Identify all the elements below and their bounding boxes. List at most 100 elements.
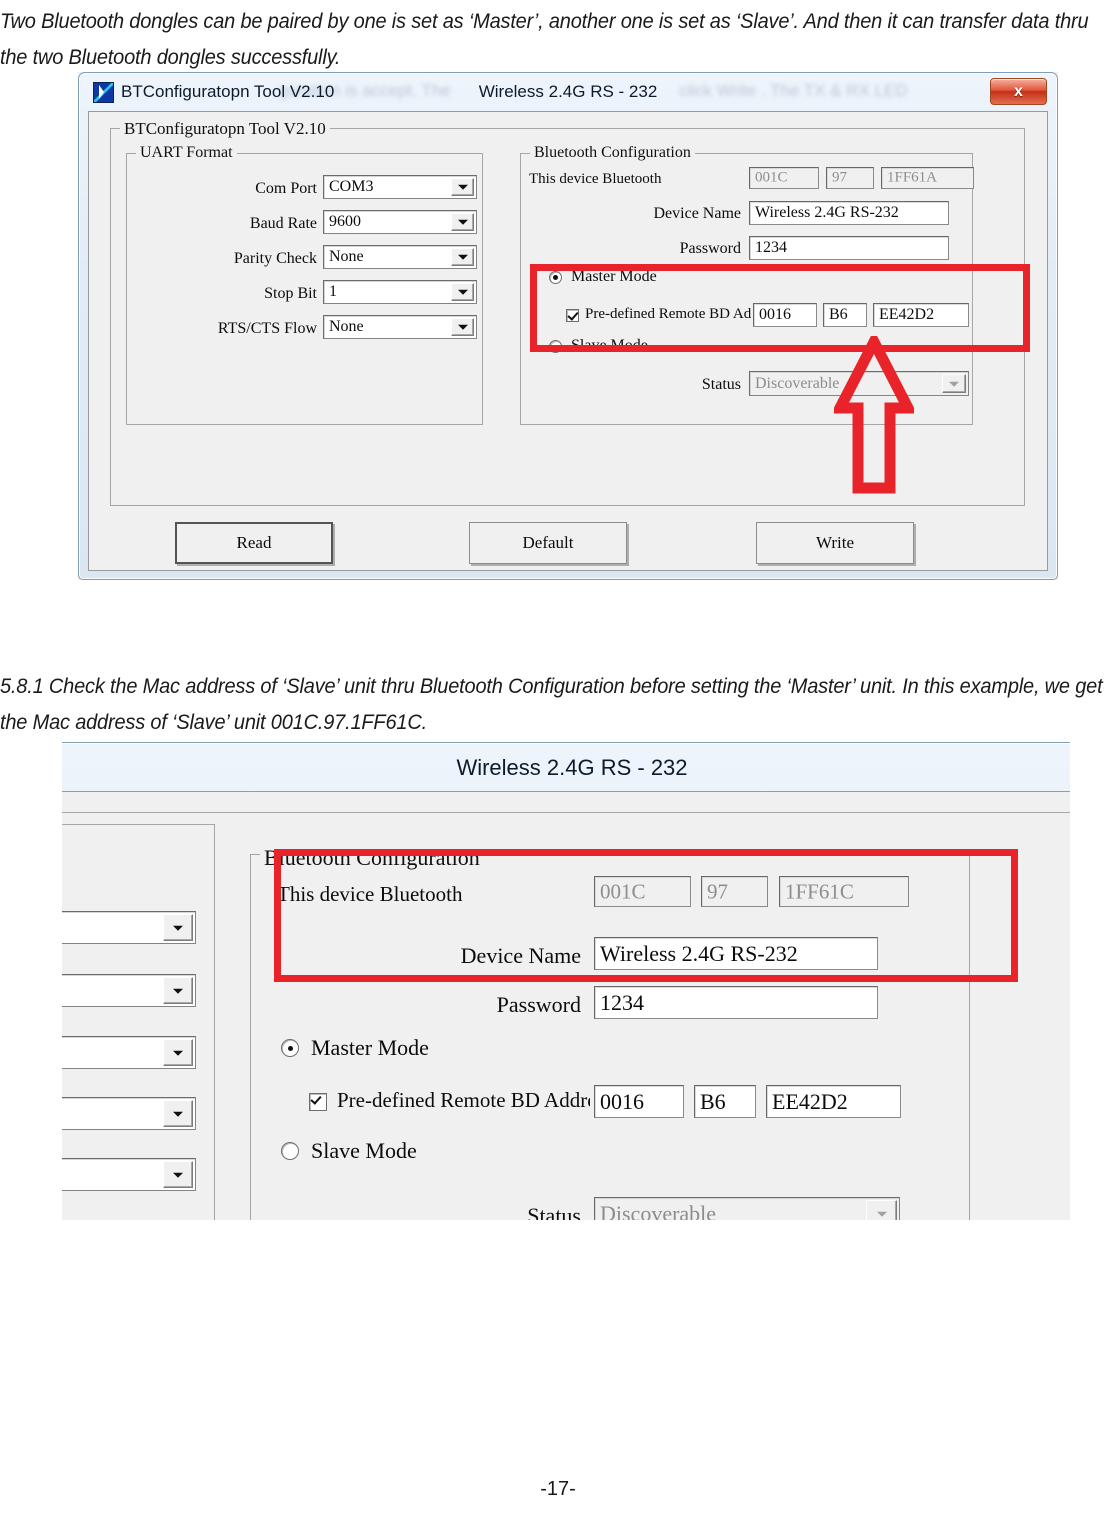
predefined-remote-bd-checkbox[interactable]: [566, 309, 579, 322]
com-port-combo[interactable]: COM3: [323, 175, 477, 199]
section-581-paragraph: 5.8.1 Check the Mac address of ‘Slave’ u…: [0, 674, 1103, 734]
status-combo[interactable]: Discoverable: [749, 371, 969, 396]
remote-bd-part1-2[interactable]: 0016: [594, 1085, 684, 1118]
password-label: Password: [679, 240, 741, 257]
this-device-mac-part1-2: 001C: [594, 876, 691, 907]
master-mode-radio[interactable]: [549, 271, 562, 284]
slave-mode-radio-2[interactable]: [281, 1142, 299, 1160]
bluetooth-config-label: Bluetooth Configuration: [530, 144, 695, 162]
chevron-down-icon[interactable]: [451, 178, 474, 196]
master-mode-radio-2[interactable]: [281, 1039, 299, 1057]
bluetooth-config-groupbox: Bluetooth Configuration This device Blue…: [520, 144, 974, 425]
this-device-bluetooth-label: This device Bluetooth: [529, 171, 662, 187]
chevron-down-icon[interactable]: [163, 1039, 193, 1066]
slave-mode-radio[interactable]: [549, 340, 562, 353]
chevron-down-icon[interactable]: [451, 283, 474, 301]
write-button[interactable]: Write: [756, 522, 914, 564]
remote-bd-part1-value: 0016: [759, 306, 791, 323]
com-port-value: COM3: [329, 178, 374, 195]
slave-mode-label-2: Slave Mode: [311, 1138, 417, 1163]
predefined-remote-bd-checkbox-2[interactable]: [309, 1093, 327, 1111]
uart-format-label: UART Format: [136, 144, 237, 162]
master-mode-label: Master Mode: [571, 268, 657, 285]
titlebar-1[interactable]: guration is accept. The click Write . Th…: [79, 73, 1057, 111]
password-input-2[interactable]: 1234: [594, 986, 878, 1019]
slave-mode-label: Slave Mode: [571, 337, 648, 354]
chevron-down-icon[interactable]: [451, 213, 474, 231]
this-device-mac-part1: 001C: [749, 167, 819, 189]
status-value-2: Discoverable: [600, 1201, 717, 1220]
status-label: Status: [701, 376, 741, 393]
remote-bd-part3-2[interactable]: EE42D2: [766, 1085, 901, 1118]
device-name-label: Device Name: [653, 205, 741, 222]
password-value-2: 1234: [600, 989, 644, 1015]
remote-bd-part3[interactable]: EE42D2: [873, 303, 969, 327]
parity-check-label: Parity Check: [233, 250, 317, 267]
uart-format-groupbox: UART Format Com Port COM3 Baud Rate 9600: [126, 144, 483, 425]
dialog-client-area-1: BTConfiguratopn Tool V2.10 UART Format C…: [88, 111, 1048, 571]
stop-bit-label: Stop Bit: [264, 285, 317, 302]
parity-check-value: None: [329, 248, 364, 265]
remote-bd-part2[interactable]: B6: [823, 303, 867, 327]
device-name-label-2: Device Name: [460, 943, 581, 968]
com-port-combo-2[interactable]: COM5: [62, 911, 196, 944]
bluetooth-config-groupbox-2: Bluetooth Configuration This device Blue…: [250, 845, 970, 1220]
stop-bit-combo-2[interactable]: 1: [62, 1097, 196, 1130]
stop-bit-value: 1: [329, 283, 337, 300]
window-title-center: Wireless 2.4G RS - 232: [478, 82, 658, 101]
chevron-down-icon[interactable]: [163, 1100, 193, 1127]
chevron-down-icon[interactable]: [866, 1200, 897, 1220]
remote-bd-part1[interactable]: 0016: [753, 303, 817, 327]
bt-config-tool-window-2-crop: Wireless 2.4G RS - 232 x COM5 9600: [62, 742, 1070, 1220]
this-device-mac-part2: 97: [826, 167, 874, 189]
parity-check-combo-2[interactable]: None: [62, 1036, 196, 1069]
device-name-input[interactable]: Wireless 2.4G RS-232: [749, 201, 949, 225]
bluetooth-config-label-2: Bluetooth Configuration: [260, 845, 484, 871]
remote-bd-part2-value-2: B6: [700, 1088, 726, 1114]
rts-cts-flow-combo-2[interactable]: None: [62, 1158, 196, 1191]
bt-config-tool-window-1: guration is accept. The click Write . Th…: [78, 72, 1058, 580]
com-port-label: Com Port: [255, 180, 317, 197]
chevron-down-icon[interactable]: [451, 248, 474, 266]
titlebar-2[interactable]: Wireless 2.4G RS - 232 x: [62, 743, 1070, 791]
bt-config-tool-window-2: Wireless 2.4G RS - 232 x COM5 9600: [62, 742, 1070, 1220]
status-label-2: Status: [527, 1203, 581, 1220]
chevron-down-icon[interactable]: [942, 374, 966, 393]
dialog-client-area-2: COM5 9600 None 1: [62, 791, 1070, 1220]
read-button[interactable]: Read: [175, 522, 333, 564]
predefined-remote-bd-label: Pre-defined Remote BD Addres: [585, 306, 751, 322]
rts-cts-flow-value: None: [329, 318, 364, 335]
baud-rate-combo[interactable]: 9600: [323, 210, 477, 234]
window-frame-2: Wireless 2.4G RS - 232 x COM5 9600: [62, 742, 1070, 1220]
device-name-value: Wireless 2.4G RS-232: [755, 204, 899, 221]
this-device-mac-part3-2: 1FF61C: [779, 876, 909, 907]
chevron-down-icon[interactable]: [163, 914, 193, 941]
parity-check-combo[interactable]: None: [323, 245, 477, 269]
baud-rate-combo-2[interactable]: 9600: [62, 974, 196, 1007]
device-name-value-2: Wireless 2.4G RS-232: [600, 940, 798, 966]
predefined-remote-bd-label-2: Pre-defined Remote BD Addres: [337, 1088, 590, 1112]
this-device-mac-part3: 1FF61A: [881, 167, 974, 189]
close-icon[interactable]: x: [990, 78, 1047, 105]
stop-bit-combo[interactable]: 1: [323, 280, 477, 304]
device-name-input-2[interactable]: Wireless 2.4G RS-232: [594, 937, 878, 970]
uart-format-groupbox-2: COM5 9600 None 1: [62, 824, 215, 1220]
rts-cts-flow-combo[interactable]: None: [323, 315, 477, 339]
remote-bd-part3-value-2: EE42D2: [772, 1088, 848, 1114]
rts-cts-flow-label: RTS/CTS Flow: [217, 320, 317, 337]
chevron-down-icon[interactable]: [163, 977, 193, 1004]
password-input[interactable]: 1234: [749, 236, 949, 260]
page-number: -17-: [540, 1478, 576, 1500]
outer-groupbox-label: BTConfiguratopn Tool V2.10: [120, 119, 330, 139]
window-title-center-2: Wireless 2.4G RS - 232: [456, 755, 688, 780]
remote-bd-part2-2[interactable]: B6: [694, 1085, 756, 1118]
password-label-2: Password: [496, 992, 581, 1017]
chevron-down-icon[interactable]: [163, 1161, 193, 1188]
default-button[interactable]: Default: [469, 522, 627, 564]
status-combo-2[interactable]: Discoverable: [594, 1197, 900, 1220]
this-device-bluetooth-label-2: This device Bluetooth: [277, 882, 463, 906]
baud-rate-label: Baud Rate: [249, 215, 317, 232]
chevron-down-icon[interactable]: [451, 318, 474, 336]
master-mode-label-2: Master Mode: [311, 1035, 429, 1060]
this-device-mac-part2-2: 97: [701, 876, 768, 907]
